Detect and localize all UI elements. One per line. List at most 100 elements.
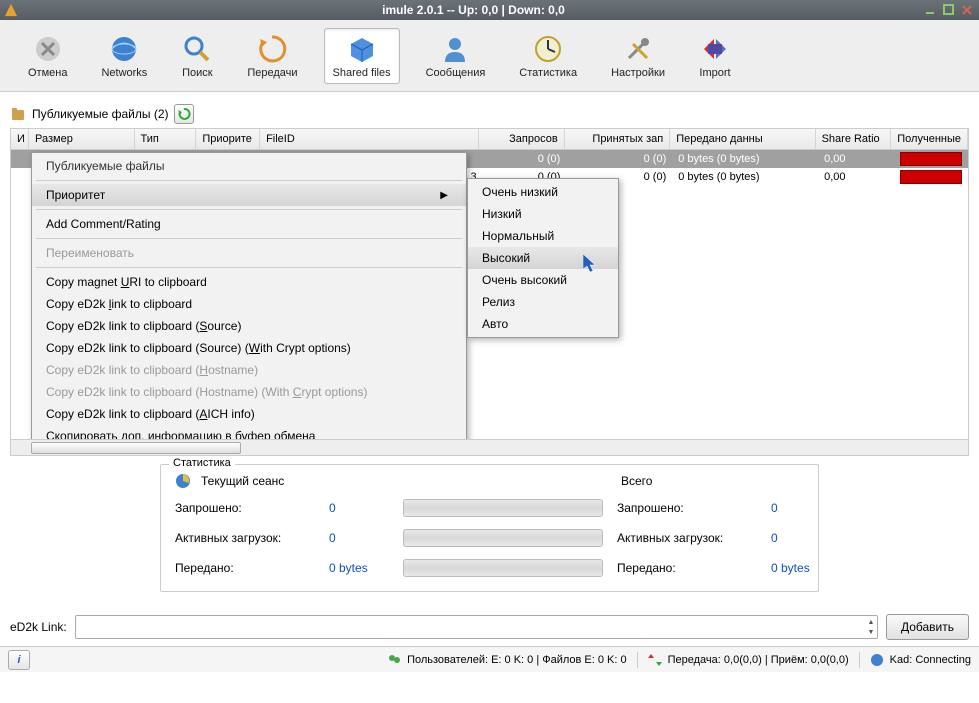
- col-transferred[interactable]: Передано данны: [670, 129, 815, 149]
- stat-bar: [403, 529, 603, 547]
- chevron-right-icon: ▶: [440, 190, 448, 201]
- table-header: И Размер Тип Приорите FileID Запросов Пр…: [10, 128, 969, 150]
- progress-bar: [900, 152, 962, 166]
- tools-icon: [622, 33, 654, 65]
- ctx-copy-ed2k-source-crypt[interactable]: Copy eD2k link to clipboard (Source) (Wi…: [32, 337, 466, 359]
- col-requests[interactable]: Запросов: [479, 129, 565, 149]
- horizontal-scrollbar[interactable]: [10, 440, 969, 456]
- user-icon: [439, 33, 471, 65]
- close-button[interactable]: [959, 3, 975, 17]
- info-button[interactable]: i: [8, 650, 30, 670]
- ctx-heading: Публикуемые файлы: [32, 155, 466, 177]
- context-menu: Публикуемые файлы Приоритет▶ Add Comment…: [31, 152, 467, 440]
- section-title: Публикуемые файлы (2): [32, 107, 168, 121]
- ctx-add-comment[interactable]: Add Comment/Rating: [32, 213, 466, 235]
- progress-bar: [900, 170, 962, 184]
- stats-graph-icon: [175, 473, 191, 489]
- stat-active-label-total: Активных загрузок:: [617, 531, 757, 545]
- spinner-up[interactable]: ▲: [864, 617, 878, 627]
- toolbar-search[interactable]: Поиск: [173, 29, 221, 83]
- ctx-copy-extra[interactable]: Скопировать доп. информацию в буфер обме…: [32, 425, 466, 440]
- stats-total-label: Всего: [621, 474, 652, 488]
- ed2k-link-input[interactable]: [75, 615, 878, 639]
- priority-submenu: Очень низкий Низкий Нормальный Высокий О…: [467, 178, 619, 338]
- ctx-copy-ed2k-hostname-crypt: Copy eD2k link to clipboard (Hostname) (…: [32, 381, 466, 403]
- ctx-copy-magnet[interactable]: Copy magnet URI to clipboard: [32, 271, 466, 293]
- priority-auto[interactable]: Авто: [468, 313, 618, 335]
- toolbar-transfers[interactable]: Передачи: [239, 29, 305, 83]
- col-type[interactable]: Тип: [135, 129, 197, 149]
- statistics-panel: Статистика Текущий сеанс Всего Запрошено…: [160, 464, 819, 592]
- window-title: imule 2.0.1 -- Up: 0,0 | Down: 0,0: [24, 3, 923, 17]
- main-toolbar: Отмена Networks Поиск Передачи Shared fi…: [0, 20, 979, 92]
- priority-very-high[interactable]: Очень высокий: [468, 269, 618, 291]
- globe-icon: [108, 33, 140, 65]
- stat-transferred-label: Передано:: [175, 561, 315, 575]
- ctx-copy-ed2k-aich[interactable]: Copy eD2k link to clipboard (AICH info): [32, 403, 466, 425]
- ctx-copy-ed2k-link[interactable]: Copy eD2k link to clipboard: [32, 293, 466, 315]
- reload-icon: [177, 107, 191, 121]
- priority-normal[interactable]: Нормальный: [468, 225, 618, 247]
- spinner-down[interactable]: ▼: [864, 627, 878, 637]
- toolbar-statistics[interactable]: Статистика: [511, 29, 585, 83]
- status-kad: Kad: Connecting: [890, 654, 971, 666]
- priority-very-low[interactable]: Очень низкий: [468, 181, 618, 203]
- shared-files-icon: [346, 33, 378, 65]
- toolbar-import[interactable]: Import: [691, 29, 739, 83]
- toolbar-networks[interactable]: Networks: [93, 29, 155, 83]
- stat-requested-label-total: Запрошено:: [617, 501, 757, 515]
- col-fileid[interactable]: FileID: [260, 129, 479, 149]
- import-icon: [699, 33, 731, 65]
- stats-title: Статистика: [169, 457, 235, 469]
- ed2k-link-bar: eD2k Link: ▲ ▼ Добавить: [0, 608, 979, 646]
- scrollbar-thumb[interactable]: [31, 442, 241, 454]
- ctx-copy-ed2k-source[interactable]: Copy eD2k link to clipboard (Source): [32, 315, 466, 337]
- col-icon[interactable]: И: [11, 129, 29, 149]
- col-ratio[interactable]: Share Ratio: [816, 129, 892, 149]
- col-size[interactable]: Размер: [29, 129, 135, 149]
- stats-session-label: Текущий сеанс: [201, 474, 611, 488]
- window-titlebar: imule 2.0.1 -- Up: 0,0 | Down: 0,0: [0, 0, 979, 20]
- status-transfer: Передача: 0,0(0,0) | Приём: 0,0(0,0): [668, 654, 849, 666]
- stat-transferred-session: 0 bytes: [329, 561, 389, 575]
- kad-icon: [870, 653, 884, 667]
- stats-icon: [532, 33, 564, 65]
- stat-active-label: Активных загрузок:: [175, 531, 315, 545]
- stat-requested-session: 0: [329, 501, 389, 515]
- stat-requested-total: 0: [771, 501, 831, 515]
- toolbar-messages[interactable]: Сообщения: [418, 29, 494, 83]
- maximize-button[interactable]: [941, 3, 957, 17]
- col-accepted[interactable]: Принятых зап: [565, 129, 671, 149]
- transfers-icon: [256, 33, 288, 65]
- status-bar: i Пользователей: E: 0 K: 0 | Файлов E: 0…: [0, 646, 979, 672]
- search-icon: [181, 33, 213, 65]
- stat-active-total: 0: [771, 531, 831, 545]
- toolbar-cancel[interactable]: Отмена: [20, 29, 75, 83]
- ctx-copy-ed2k-hostname: Copy eD2k link to clipboard (Hostname): [32, 359, 466, 381]
- priority-low[interactable]: Низкий: [468, 203, 618, 225]
- table-body: 0 (0) 0 (0) 0 bytes (0 bytes) 0,00 3 0 (…: [10, 150, 969, 440]
- toolbar-settings[interactable]: Настройки: [603, 29, 673, 83]
- add-link-button[interactable]: Добавить: [886, 614, 969, 640]
- stat-bar: [403, 499, 603, 517]
- ed2k-link-label: eD2k Link:: [10, 620, 67, 634]
- ctx-rename: Переименовать: [32, 242, 466, 264]
- stat-transferred-label-total: Передано:: [617, 561, 757, 575]
- stat-active-session: 0: [329, 531, 389, 545]
- transfer-icon: [648, 653, 662, 667]
- col-priority[interactable]: Приорите: [196, 129, 260, 149]
- priority-high[interactable]: Высокий: [468, 247, 618, 269]
- app-icon: [4, 3, 18, 17]
- stat-requested-label: Запрошено:: [175, 501, 315, 515]
- ctx-priority[interactable]: Приоритет▶: [32, 184, 466, 206]
- stat-bar: [403, 559, 603, 577]
- status-users: Пользователей: E: 0 K: 0 | Файлов E: 0 K…: [407, 654, 627, 666]
- cancel-icon: [32, 33, 64, 65]
- col-obtained[interactable]: Полученные: [891, 129, 968, 149]
- files-icon: [10, 106, 26, 122]
- toolbar-shared-files[interactable]: Shared files: [324, 28, 400, 84]
- reload-button[interactable]: [174, 104, 194, 124]
- stat-transferred-total: 0 bytes: [771, 561, 831, 575]
- minimize-button[interactable]: [923, 3, 939, 17]
- priority-release[interactable]: Релиз: [468, 291, 618, 313]
